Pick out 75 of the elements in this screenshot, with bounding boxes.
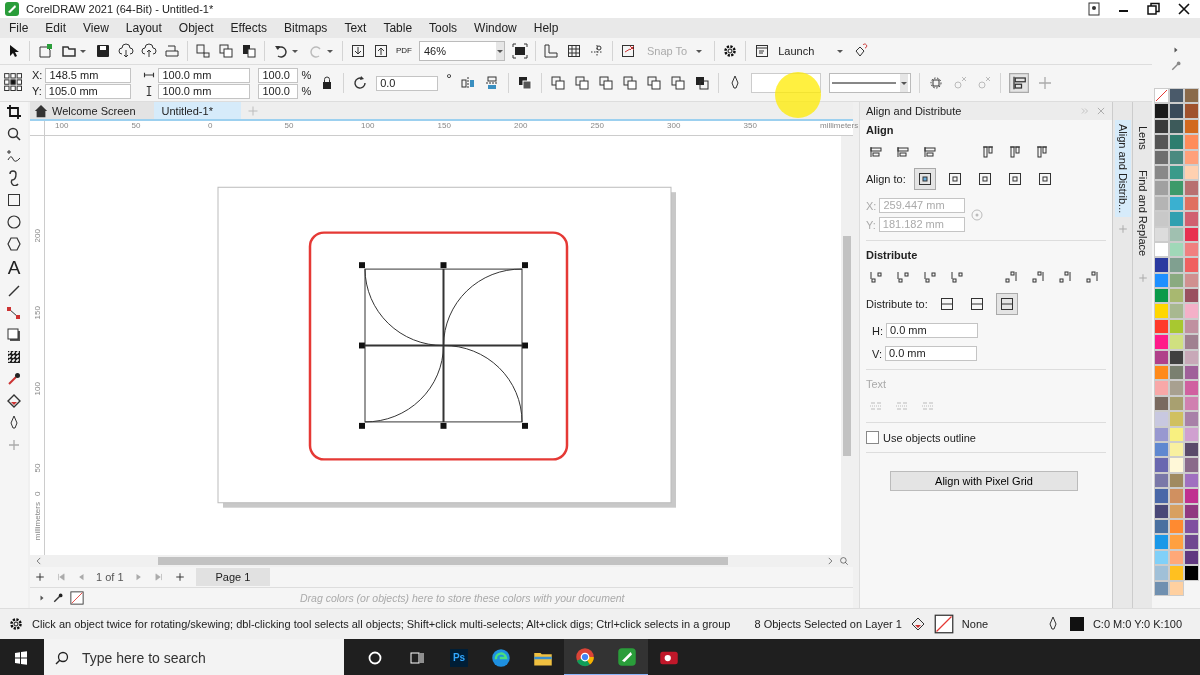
checkbox-label: Use objects outline	[883, 431, 976, 444]
menu-item[interactable]: Help	[524, 21, 567, 35]
percent-label: %	[301, 85, 312, 97]
ruler-label: 100	[361, 121, 376, 130]
degree-label: °	[446, 71, 452, 87]
ruler-label: 300	[667, 121, 682, 130]
x-label: X:	[32, 69, 43, 81]
ruler-label: 50	[32, 462, 42, 472]
ruler-label: 150	[437, 121, 452, 130]
y-position-field[interactable]: 105.0 mm	[44, 83, 131, 99]
x-position-field[interactable]: 148.5 mm	[45, 67, 132, 83]
scale-field[interactable]: 100.0	[258, 67, 299, 83]
menu-item[interactable]: Object	[169, 21, 222, 35]
fill-status: None	[961, 618, 989, 630]
section-heading: Distribute	[866, 249, 919, 261]
window-title: CorelDRAW 2021 (64-Bit) - Untitled-1*	[26, 3, 214, 15]
page-counter: 1 of 1	[96, 571, 124, 583]
color-tray-hint: Drag colors (or objects) here to store these colors with your document	[300, 592, 625, 604]
menu-item[interactable]: Layout	[116, 21, 170, 35]
docker-tab[interactable]: Find and Replace	[1134, 165, 1151, 261]
ruler-label: 100	[55, 121, 70, 130]
menu-item[interactable]: Tools	[420, 21, 466, 35]
horizontal-spacing-field[interactable]: 0.0 mm	[886, 323, 978, 338]
menu-item[interactable]: Table	[374, 21, 421, 35]
ruler-label: 200	[514, 121, 529, 130]
ruler-label: 50	[131, 121, 142, 130]
menu-item[interactable]: Text	[335, 21, 375, 35]
search-box[interactable]: Type here to search	[44, 639, 344, 675]
distribute-to-label: Distribute to:	[866, 298, 928, 310]
x-label: X:	[866, 199, 877, 212]
width-field[interactable]: 100.0 mm	[158, 67, 251, 83]
ruler-label: 350	[743, 121, 758, 130]
y-label: Y:	[32, 85, 42, 97]
taskbar-app[interactable]: Ps	[438, 639, 480, 675]
percent-label: %	[301, 69, 312, 81]
rotation-field[interactable]: 0.0	[376, 75, 439, 91]
ruler-unit: millimeters	[32, 502, 42, 541]
docker-tab[interactable]: Align and Distrib...	[1114, 120, 1131, 218]
v-label: V:	[872, 347, 882, 360]
ruler-label: 150	[32, 304, 42, 319]
docker-tab[interactable]: Lens	[1134, 122, 1151, 154]
ruler-label: 50	[284, 121, 295, 130]
menu-item[interactable]: View	[74, 21, 117, 35]
align-to-label: Align to:	[866, 173, 906, 185]
ruler-label: 0	[208, 121, 214, 130]
scale-field[interactable]: 100.0	[258, 83, 299, 99]
ruler-label: 200	[32, 228, 42, 243]
text-tool[interactable]: A	[7, 258, 21, 277]
align-with-pixel-grid-button[interactable]: Align with Pixel Grid	[890, 471, 1078, 491]
outline-status: C:0 M:0 Y:0 K:100	[1092, 618, 1183, 630]
height-field[interactable]: 100.0 mm	[158, 83, 251, 99]
menu-item[interactable]: File	[0, 21, 37, 35]
section-heading: Text	[866, 378, 888, 390]
zoom-dropdown[interactable]: 46%	[419, 41, 505, 61]
h-label: H:	[872, 324, 883, 337]
document-tab[interactable]: Welcome Screen	[30, 102, 154, 119]
selection-status: 8 Objects Selected on Layer 1	[754, 618, 902, 630]
vertical-spacing-field[interactable]: 0.0 mm	[885, 346, 977, 361]
menu-item[interactable]: Edit	[36, 21, 75, 35]
ruler-label: 250	[590, 121, 605, 130]
status-hint: Click an object twice for rotating/skewing; dbl-clicking tool selects all objects; Shift+click multi-selects; Alt+click digs; Ctrl+click selects in a group	[32, 618, 731, 630]
menu-item[interactable]: Bitmaps	[275, 21, 336, 35]
publish-pdf-button[interactable]: PDF	[396, 47, 412, 55]
ruler-unit: millimeters	[820, 121, 860, 130]
document-tab[interactable]: Untitled-1*	[153, 102, 241, 119]
menu-item[interactable]: Window	[465, 21, 525, 35]
docker-title: Align and Distribute	[866, 105, 962, 117]
section-heading: Align	[866, 124, 895, 136]
y-label: Y:	[866, 218, 876, 231]
ruler-label: 0	[32, 490, 42, 496]
page-tab[interactable]: Page 1	[195, 568, 271, 586]
menu-item[interactable]: Effects	[221, 21, 275, 35]
launch-button[interactable]: Launch	[753, 42, 846, 60]
ruler-label: 100	[32, 381, 42, 396]
taskbar-search-field[interactable]: Type here to search	[80, 648, 324, 667]
